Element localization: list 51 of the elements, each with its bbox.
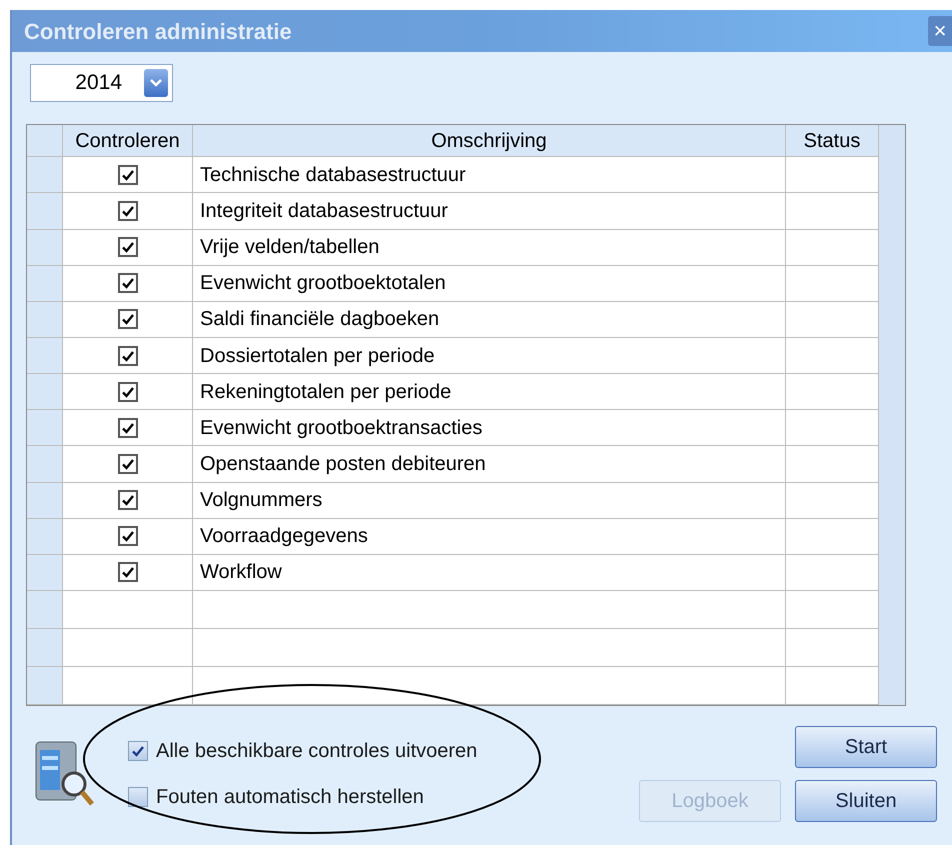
table-cell: Vrije velden/tabellen — [193, 230, 786, 265]
chevron-down-icon — [144, 69, 168, 97]
check-icon — [120, 204, 134, 218]
checkbox[interactable] — [118, 490, 138, 510]
check-icon — [120, 529, 134, 544]
check-icon — [120, 493, 134, 508]
check-icon — [120, 168, 134, 182]
checkbox[interactable] — [118, 526, 138, 546]
table-cell: Integriteit databasestructuur — [193, 193, 786, 229]
check-icon — [120, 457, 134, 472]
column-header: Controleren — [63, 125, 193, 156]
table-cell: Technische databasestructuur — [193, 157, 786, 192]
check-icon — [120, 312, 134, 326]
checkbox[interactable] — [118, 454, 138, 474]
checkbox[interactable] — [118, 237, 138, 258]
table-cell: Voorraadgegevens — [193, 518, 786, 554]
checkbox[interactable] — [128, 741, 148, 761]
checkbox[interactable] — [118, 382, 138, 402]
checkbox[interactable] — [118, 309, 138, 330]
table-cell: Evenwicht grootboektotalen — [193, 266, 786, 301]
table-cell: Rekeningtotalen per periode — [193, 374, 786, 410]
check-icon — [131, 744, 145, 758]
close-button[interactable]: Sluiten — [795, 780, 937, 822]
table-cell: Dossiertotalen per periode — [193, 338, 786, 374]
close-button[interactable]: × — [928, 16, 952, 46]
check-icon — [120, 240, 134, 254]
table-cell: Workflow — [193, 554, 786, 590]
checkbox[interactable] — [118, 562, 138, 582]
table-cell: Volgnummers — [193, 482, 786, 518]
checkbox[interactable] — [118, 273, 138, 294]
checkbox[interactable] — [128, 787, 148, 807]
window-title: Controleren administratie — [24, 18, 292, 46]
option-label: Alle beschikbare controles uitvoeren — [156, 739, 478, 764]
table-cell: Evenwicht grootboektransacties — [193, 410, 786, 446]
checkbox[interactable] — [118, 346, 138, 366]
check-icon — [120, 348, 134, 363]
check-icon — [120, 420, 134, 435]
option-label: Fouten automatisch herstellen — [156, 785, 424, 810]
year-value: 2014 — [75, 70, 122, 96]
start-button[interactable]: Start — [795, 726, 937, 768]
checkbox[interactable] — [118, 201, 138, 222]
column-header: Omschrijving — [193, 125, 786, 156]
checkbox[interactable] — [118, 164, 138, 185]
table-cell: Saldi financiële dagboeken — [193, 302, 786, 338]
year-dropdown[interactable]: 2014 — [30, 64, 173, 102]
check-icon — [120, 384, 134, 399]
check-icon — [120, 565, 134, 580]
table-cell: Openstaande posten debiteuren — [193, 446, 786, 482]
column-header: Status — [786, 125, 879, 156]
check-icon — [120, 276, 134, 290]
checkbox[interactable] — [118, 418, 138, 438]
